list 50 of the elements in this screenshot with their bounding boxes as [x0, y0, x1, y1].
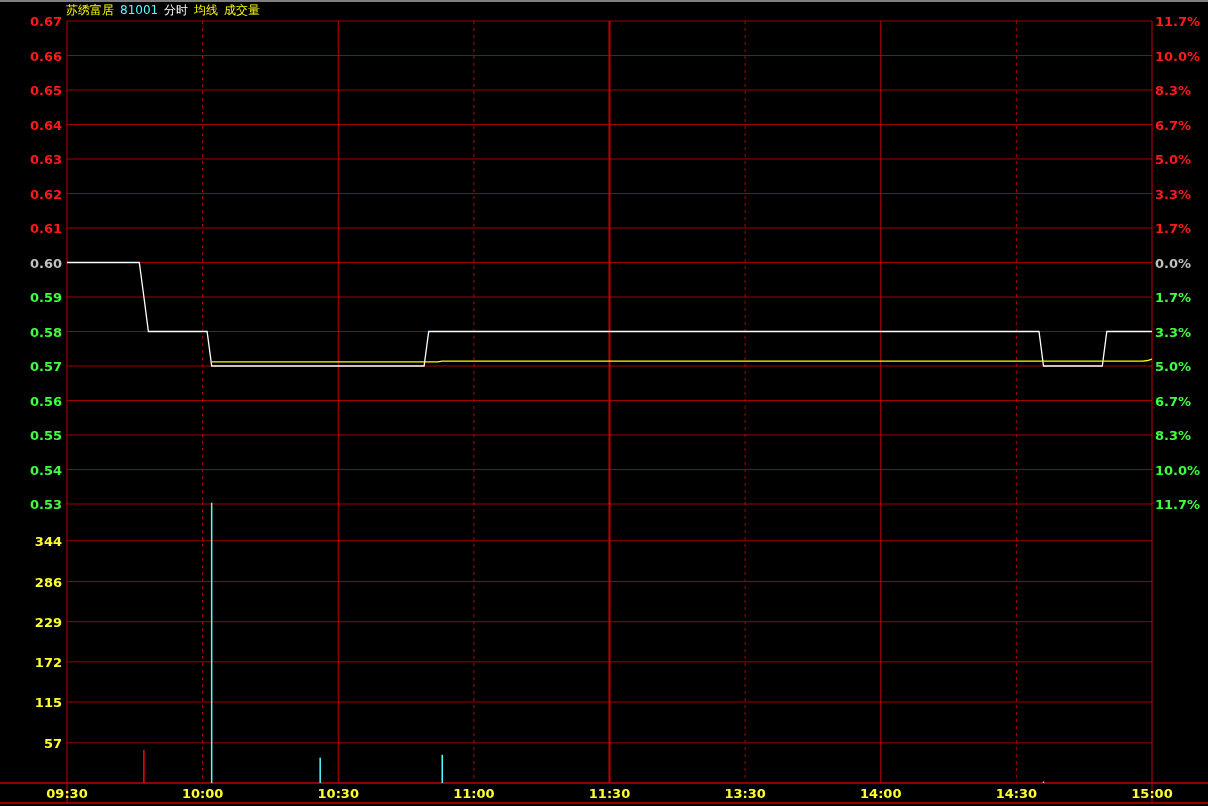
volume-axis-label: 115 — [34, 695, 62, 710]
price-axis-label: 0.63 — [29, 152, 62, 167]
percent-axis-label: 11.7% — [1155, 14, 1201, 29]
time-axis-label: 14:00 — [860, 786, 902, 801]
price-axis-label: 0.55 — [29, 428, 62, 443]
percent-axis-label: 3.3% — [1155, 324, 1192, 340]
time-axis-label: 10:00 — [181, 786, 224, 801]
percent-axis-label: 3.3% — [1155, 186, 1192, 202]
volume-axis-label: 172 — [34, 654, 62, 670]
price-axis-label: 0.56 — [29, 393, 62, 409]
price-axis-label: 0.65 — [29, 83, 62, 98]
volume-axis-label: 344 — [34, 533, 62, 549]
stock-code: 81001 — [120, 3, 159, 18]
price-axis-label: 0.58 — [29, 324, 62, 340]
time-axis-label: 09:30 — [46, 786, 88, 801]
percent-axis-label: 5.0% — [1155, 152, 1192, 167]
time-axis-label: 11:30 — [588, 786, 631, 801]
percent-axis-label: 0.0% — [1155, 255, 1192, 271]
price-axis-label: 0.57 — [29, 359, 62, 374]
volume-axis-label: 286 — [34, 574, 62, 590]
percent-axis-label: 1.7% — [1155, 221, 1192, 236]
price-axis-label: 0.54 — [29, 462, 62, 478]
percent-axis-label: 6.7% — [1155, 117, 1192, 133]
price-axis-label: 0.59 — [29, 290, 62, 305]
time-axis-label: 15:00 — [1131, 786, 1173, 801]
percent-axis-label: 10.0% — [1155, 462, 1201, 478]
percent-axis-label: 10.0% — [1155, 48, 1201, 64]
indicator-label: 均线 — [194, 3, 219, 18]
price-axis-label: 0.60 — [29, 255, 62, 271]
price-axis-label: 0.64 — [29, 117, 62, 133]
stock-name: 苏绣富居 — [66, 3, 114, 18]
price-axis-label: 0.61 — [29, 221, 62, 236]
volume-axis-label: 229 — [34, 614, 62, 630]
time-axis-label: 14:30 — [995, 786, 1038, 801]
time-axis-label: 10:30 — [317, 786, 359, 801]
price-axis-label: 0.53 — [29, 497, 62, 512]
price-axis-label: 0.67 — [29, 14, 62, 29]
percent-axis-label: 6.7% — [1155, 393, 1192, 409]
percent-axis-label: 1.7% — [1155, 290, 1192, 305]
time-axis-label: 13:30 — [724, 786, 766, 801]
percent-axis-label: 8.3% — [1155, 428, 1192, 443]
indicator-label: 成交量 — [224, 3, 261, 18]
chart-mode-label: 分时 — [164, 3, 189, 18]
percent-axis-label: 11.7% — [1155, 497, 1201, 512]
price-axis-label: 0.62 — [29, 186, 62, 202]
price-axis-label: 0.66 — [29, 48, 62, 64]
percent-axis-label: 8.3% — [1155, 83, 1192, 98]
time-axis-label: 11:00 — [453, 786, 495, 801]
volume-axis-label: 57 — [43, 735, 62, 751]
percent-axis-label: 5.0% — [1155, 359, 1192, 374]
